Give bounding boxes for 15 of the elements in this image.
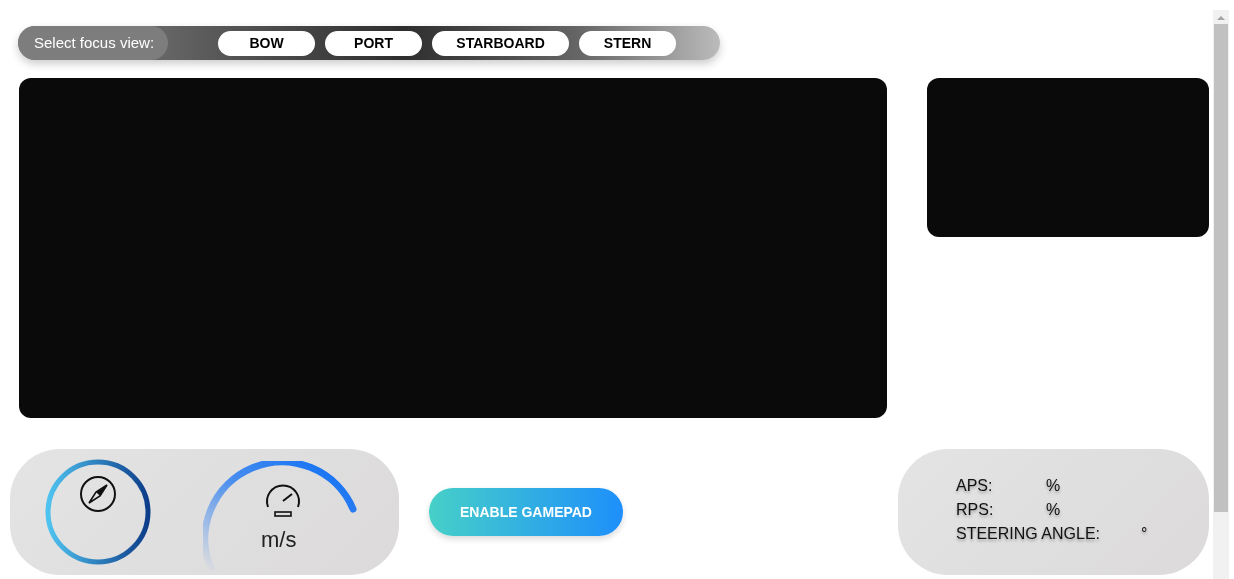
view-button[interactable]: PORT [325,30,423,56]
speed-unit: m/s [261,527,297,553]
telemetry-unit: ° [1141,525,1148,543]
scrollbar-thumb[interactable] [1214,24,1228,512]
telemetry-label: RPS: [956,501,995,519]
focus-label: Select focus view: [18,26,169,60]
view-button[interactable]: STERN [579,30,677,56]
telemetry-label: STEERING ANGLE: [956,525,1102,543]
scroll-up-icon[interactable] [1217,16,1225,20]
view-button[interactable]: STARBOARD [432,30,570,56]
scrollbar[interactable] [1213,10,1229,579]
telemetry-unit: % [1046,501,1061,519]
telemetry-label: APS: [956,477,994,495]
view-button[interactable]: BOW [218,30,316,56]
telemetry-unit: % [1046,477,1061,495]
